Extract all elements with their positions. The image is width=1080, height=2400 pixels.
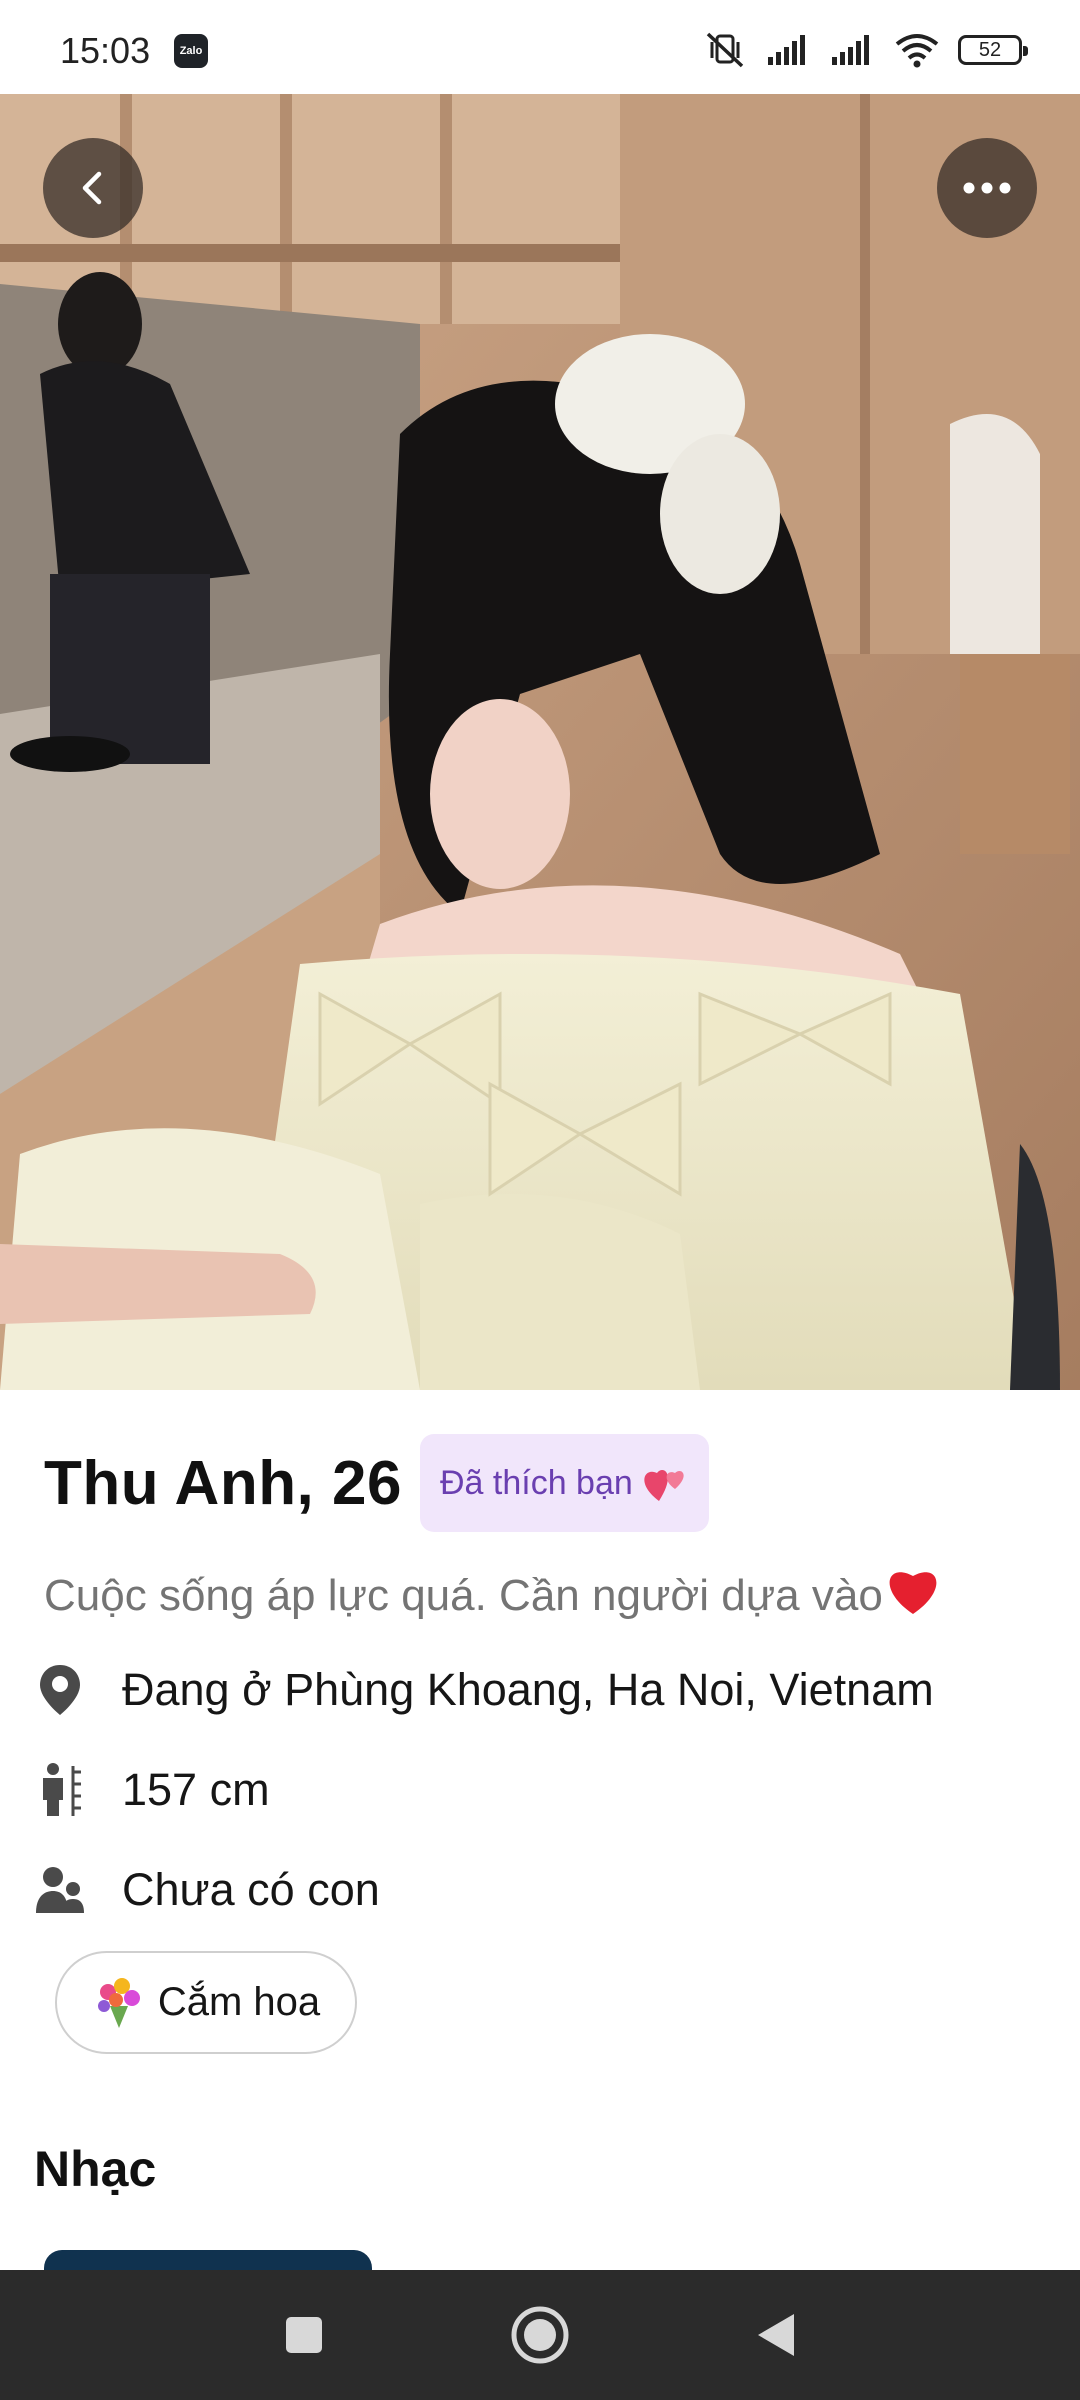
- location-pin-icon: [34, 1662, 86, 1718]
- back-button[interactable]: [43, 138, 143, 238]
- liked-you-badge: Đã thích bạn: [419, 1434, 709, 1532]
- location-row: Đang ở Phùng Khoang, Ha Noi, Vietnam: [34, 1662, 934, 1718]
- status-time: 15:03: [60, 30, 151, 71]
- children-row: Chưa có con: [34, 1862, 380, 1918]
- signal-icon: [832, 35, 869, 65]
- interest-label: Cắm hoa: [157, 1980, 321, 2024]
- bio-label: Cuộc sống áp lực quá. Cần người dựa vào: [44, 1571, 883, 1620]
- wifi-icon: [895, 34, 939, 68]
- back-triangle-icon: [758, 2314, 794, 2356]
- status-bar: 15:03 Zalo 52: [0, 0, 1080, 94]
- more-options-button[interactable]: [937, 138, 1037, 238]
- profile-photo-image: [0, 94, 1080, 1390]
- home-button[interactable]: [500, 2295, 580, 2375]
- status-icons: 52: [702, 30, 1028, 70]
- mute-icon: [706, 32, 744, 68]
- profile-photo[interactable]: [0, 94, 1080, 1390]
- children-text: Chưa có con: [122, 1864, 380, 1915]
- navigation-bar: [0, 2270, 1080, 2400]
- more-horizontal-icon: [963, 182, 1011, 194]
- music-section-title: Nhạc: [34, 2141, 157, 2197]
- location-text: Đang ở Phùng Khoang, Ha Noi, Vietnam: [122, 1664, 934, 1715]
- two-hearts-icon: [644, 1470, 684, 1501]
- chevron-left-icon: [82, 171, 102, 205]
- red-heart-icon: [889, 1572, 937, 1614]
- height-text: 157 cm: [122, 1764, 270, 1815]
- home-circle-icon: [511, 2306, 569, 2364]
- back-nav-button[interactable]: [736, 2295, 816, 2375]
- interest-chip[interactable]: Cắm hoa: [55, 1951, 357, 2054]
- bio-text: Cuộc sống áp lực quá. Cần người dựa vào: [44, 1564, 941, 1621]
- signal-icon: [768, 35, 805, 65]
- name-row: Thu Anh, 26 Đã thích bạn: [44, 1434, 709, 1532]
- profile-name: Thu Anh, 26: [44, 1448, 402, 1518]
- recents-square-icon: [286, 2317, 322, 2353]
- bouquet-icon: [97, 1977, 140, 2028]
- family-icon: [34, 1862, 86, 1918]
- height-row: 157 cm: [34, 1762, 270, 1818]
- height-ruler-icon: [34, 1762, 86, 1818]
- liked-you-label: Đã thích bạn: [439, 1463, 633, 1502]
- battery-icon: 52: [958, 35, 1028, 65]
- zalo-icon: Zalo: [174, 34, 208, 68]
- recents-button[interactable]: [264, 2295, 344, 2375]
